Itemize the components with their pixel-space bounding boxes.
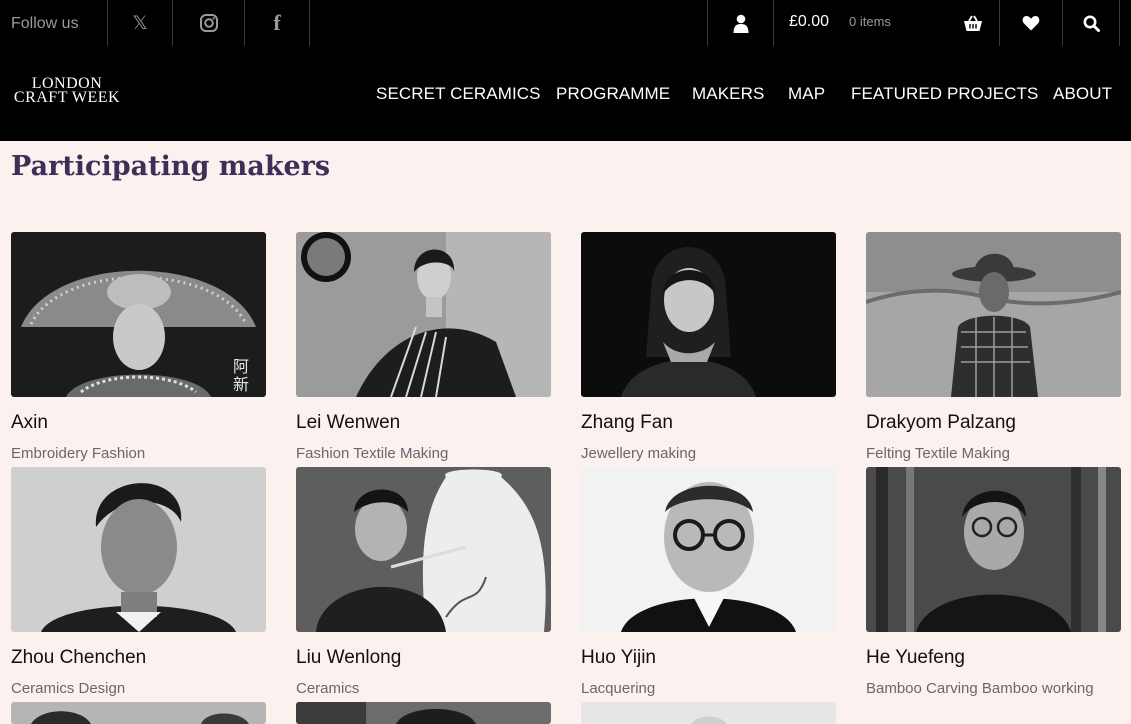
main-navigation-bar: LONDON CRAFT WEEK SECRET CERAMICS PROGRA…: [0, 46, 1131, 141]
facebook-link[interactable]: f: [244, 0, 310, 46]
maker-photo[interactable]: [11, 702, 266, 724]
logo-line-2: CRAFT WEEK: [13, 89, 121, 106]
maker-craft: Lacquering: [581, 680, 656, 697]
cart-total: £0.00: [789, 13, 830, 30]
maker-card[interactable]: Huo Yijin Lacquering: [581, 467, 836, 697]
maker-name[interactable]: He Yuefeng: [866, 647, 965, 669]
maker-photo[interactable]: [296, 232, 551, 397]
maker-card[interactable]: 阿 新 Axin Embroidery Fashion: [11, 232, 266, 462]
maker-photo[interactable]: [296, 702, 551, 724]
maker-craft: Embroidery Fashion: [11, 445, 146, 462]
facebook-icon: f: [273, 10, 281, 35]
wishlist-link[interactable]: [999, 0, 1062, 46]
basket-icon: [964, 15, 982, 31]
maker-photo[interactable]: [11, 467, 266, 632]
nav-about[interactable]: ABOUT: [1053, 84, 1112, 104]
nav-featured-projects[interactable]: FEATURED PROJECTS: [851, 84, 1038, 104]
maker-card[interactable]: Lei Wenwen Fashion Textile Making: [296, 232, 551, 462]
maker-card[interactable]: Drakyom Palzang Felting Textile Making: [866, 232, 1121, 462]
maker-photo[interactable]: [581, 467, 836, 632]
maker-photo[interactable]: [866, 232, 1121, 397]
maker-name[interactable]: Zhang Fan: [581, 412, 673, 434]
page-title: Participating makers: [11, 151, 331, 182]
nav-makers[interactable]: MAKERS: [692, 84, 764, 104]
maker-craft: Ceramics: [296, 680, 360, 697]
maker-craft: Fashion Textile Making: [296, 445, 449, 462]
maker-card[interactable]: He Yuefeng Bamboo Carving Bamboo working: [866, 467, 1121, 697]
maker-craft: Felting Textile Making: [866, 445, 1010, 462]
svg-text:新: 新: [233, 375, 249, 394]
heart-icon: [1022, 16, 1040, 31]
maker-photo[interactable]: 阿 新: [11, 232, 266, 397]
x-twitter-link[interactable]: 𝕏: [107, 0, 172, 46]
maker-photo[interactable]: [866, 467, 1121, 632]
maker-name[interactable]: Huo Yijin: [581, 647, 656, 669]
maker-craft: Ceramics Design: [11, 680, 126, 697]
instagram-link[interactable]: [172, 0, 244, 46]
search-icon: [1083, 15, 1100, 32]
maker-photo[interactable]: [581, 232, 836, 397]
maker-card[interactable]: Liu Wenlong Ceramics: [296, 467, 551, 697]
svg-text:阿: 阿: [233, 357, 249, 376]
maker-name[interactable]: Liu Wenlong: [296, 647, 401, 669]
nav-map[interactable]: MAP: [788, 84, 825, 104]
maker-name[interactable]: Drakyom Palzang: [866, 412, 1016, 434]
maker-craft: Jewellery making: [581, 445, 697, 462]
cart-item-count: 0 items: [849, 14, 891, 29]
maker-name[interactable]: Axin: [11, 412, 48, 434]
london-craft-week-logo[interactable]: LONDON CRAFT WEEK: [11, 76, 123, 106]
maker-craft: Bamboo Carving Bamboo working: [866, 680, 1094, 697]
instagram-icon: [199, 14, 218, 32]
maker-photo[interactable]: [581, 702, 836, 724]
top-utility-bar: Follow us 𝕏 f £0.00 0 items: [0, 0, 1131, 46]
follow-us-label: Follow us: [11, 15, 79, 32]
nav-secret-ceramics[interactable]: SECRET CERAMICS: [376, 84, 541, 104]
search-link[interactable]: [1062, 0, 1120, 46]
maker-name[interactable]: Zhou Chenchen: [11, 647, 146, 669]
maker-card[interactable]: Zhang Fan Jewellery making: [581, 232, 836, 462]
x-icon: 𝕏: [132, 12, 148, 34]
maker-name[interactable]: Lei Wenwen: [296, 412, 400, 434]
maker-photo[interactable]: [296, 467, 551, 632]
account-link[interactable]: [707, 0, 773, 46]
nav-programme[interactable]: PROGRAMME: [556, 84, 670, 104]
user-icon: [733, 14, 748, 33]
maker-card[interactable]: Zhou Chenchen Ceramics Design: [11, 467, 266, 697]
